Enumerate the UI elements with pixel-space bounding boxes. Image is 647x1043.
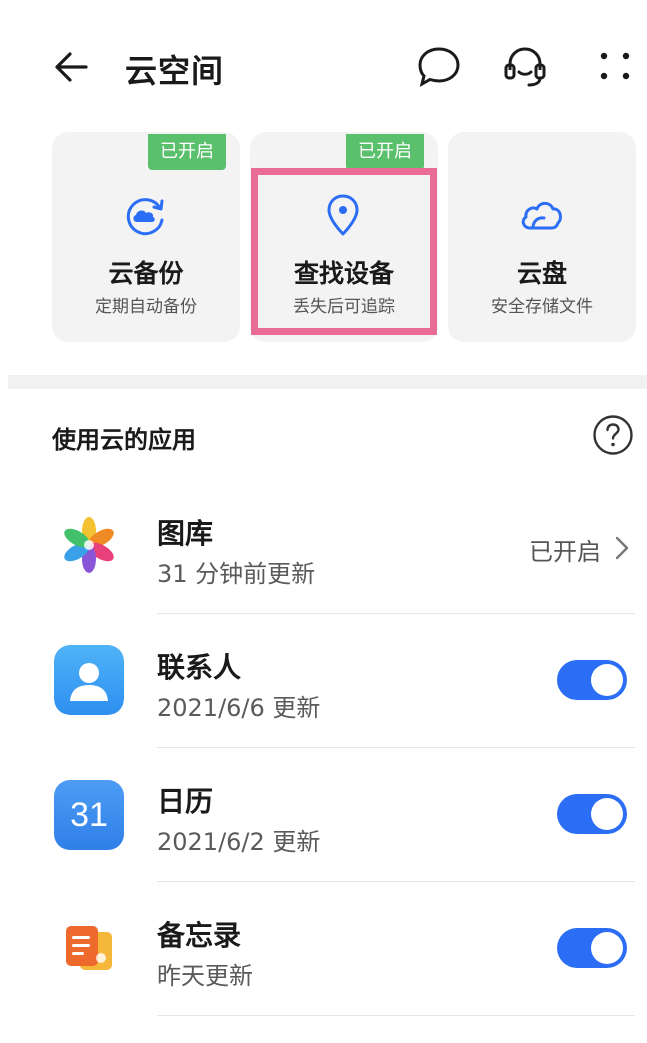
app-updated: 2021/6/2 更新	[157, 828, 321, 856]
card-description: 安全存储文件	[491, 297, 593, 317]
status-badge: 已开启	[346, 134, 424, 170]
contacts-person-icon	[54, 645, 124, 715]
toggle-knob	[591, 664, 623, 696]
arrow-left-icon[interactable]	[48, 42, 98, 92]
chevron-right-icon	[615, 536, 629, 560]
gallery-status: 已开启	[529, 538, 601, 566]
notes-sync-toggle[interactable]	[557, 928, 627, 968]
headset-icon[interactable]	[500, 42, 550, 92]
app-updated: 31 分钟前更新	[157, 560, 316, 588]
card-title: 云备份	[108, 259, 184, 288]
more-grid-icon[interactable]	[590, 42, 640, 92]
app-name: 图库	[157, 517, 214, 550]
app-row-contacts: 联系人 2021/6/6 更新	[0, 614, 647, 749]
app-name: 备忘录	[157, 919, 242, 952]
app-row-calendar: 31 日历 2021/6/2 更新	[0, 748, 647, 883]
status-badge: 已开启	[148, 134, 226, 170]
section-divider	[8, 375, 647, 389]
calendar-icon: 31	[54, 780, 124, 850]
card-title: 云盘	[516, 259, 567, 288]
notes-icon	[54, 914, 124, 984]
card-description: 丢失后可追踪	[293, 297, 395, 317]
section-title: 使用云的应用	[52, 426, 196, 454]
app-updated: 昨天更新	[157, 962, 253, 990]
card-title: 查找设备	[293, 259, 394, 288]
cloud-icon	[521, 201, 562, 230]
app-header: 云空间	[0, 0, 647, 135]
calendar-sync-toggle[interactable]	[557, 794, 627, 834]
app-updated: 2021/6/6 更新	[157, 694, 321, 722]
card-cloud-backup[interactable]: 已开启 云备份 定期自动备份	[52, 132, 240, 342]
location-pin-icon	[327, 194, 359, 236]
app-row-notes: 备忘录 昨天更新	[0, 882, 647, 1017]
service-cards: 已开启 云备份 定期自动备份 已开启 查找设备 丢失后可追踪 云盘 安全存储文件	[52, 132, 636, 342]
card-description: 定期自动备份	[95, 297, 197, 317]
page-title: 云空间	[125, 52, 225, 90]
cloud-sync-icon	[126, 198, 164, 236]
row-divider	[157, 1015, 635, 1016]
gallery-flower-icon	[54, 510, 124, 580]
toggle-knob	[591, 932, 623, 964]
toggle-knob	[591, 798, 623, 830]
card-find-device[interactable]: 已开启 查找设备 丢失后可追踪	[250, 132, 438, 342]
app-row-gallery[interactable]: 图库 31 分钟前更新 已开启	[0, 480, 647, 615]
app-name: 日历	[157, 785, 214, 818]
card-cloud-drive[interactable]: 云盘 安全存储文件	[448, 132, 636, 342]
help-circle-icon[interactable]	[592, 414, 634, 456]
contacts-sync-toggle[interactable]	[557, 660, 627, 700]
app-name: 联系人	[157, 651, 242, 684]
chat-bubble-icon[interactable]	[414, 42, 464, 92]
